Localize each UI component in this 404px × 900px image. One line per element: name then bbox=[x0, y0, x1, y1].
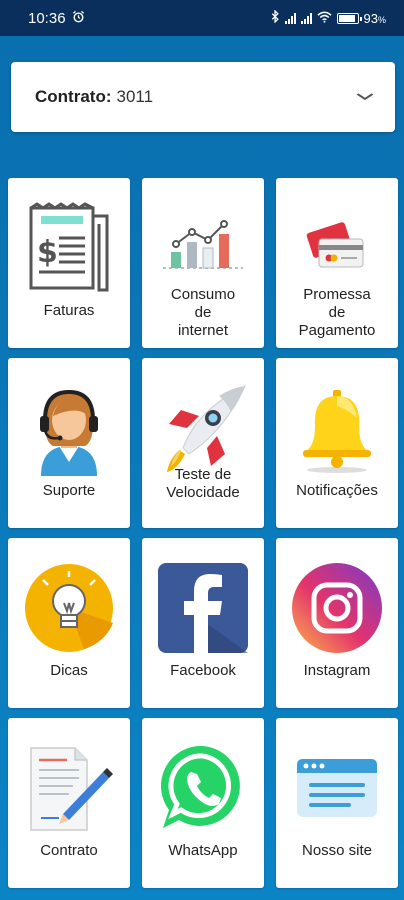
contract-document-icon bbox=[21, 740, 117, 836]
tile-label: Teste de Velocidade bbox=[166, 466, 240, 501]
chevron-down-icon[interactable] bbox=[356, 88, 374, 106]
contract-selector[interactable]: Contrato: 3011 bbox=[11, 62, 395, 132]
signal-icon bbox=[284, 12, 296, 24]
invoice-icon: $ bbox=[21, 200, 117, 296]
whatsapp-icon bbox=[155, 740, 251, 836]
bluetooth-icon bbox=[271, 9, 280, 26]
tile-faturas[interactable]: $ Faturas bbox=[8, 178, 130, 348]
tile-nosso-site[interactable]: Nosso site bbox=[276, 718, 398, 888]
tile-suporte[interactable]: Suporte bbox=[8, 358, 130, 528]
tile-label: Contrato bbox=[40, 842, 98, 859]
tile-label: Consumo de internet bbox=[170, 286, 236, 339]
credit-cards-icon bbox=[289, 200, 385, 296]
status-left: 10:36 bbox=[28, 10, 85, 27]
tile-whatsapp[interactable]: WhatsApp bbox=[142, 718, 264, 888]
tile-label: Nosso site bbox=[301, 842, 373, 859]
rocket-icon bbox=[155, 380, 251, 476]
website-icon bbox=[289, 740, 385, 836]
status-time: 10:36 bbox=[28, 9, 66, 27]
tile-label: Suporte bbox=[42, 482, 96, 499]
tile-label: Instagram bbox=[303, 662, 371, 679]
tile-instagram[interactable]: Instagram bbox=[276, 538, 398, 708]
tile-label: Facebook bbox=[170, 662, 236, 679]
tile-dicas[interactable]: Dicas bbox=[8, 538, 130, 708]
tile-label: Promessa de Pagamento bbox=[298, 286, 376, 339]
alarm-icon bbox=[72, 10, 85, 27]
contract-label: Contrato: bbox=[35, 87, 112, 106]
facebook-icon bbox=[155, 560, 251, 656]
tile-label: Dicas bbox=[50, 662, 88, 679]
tile-notificacoes[interactable]: Notificações bbox=[276, 358, 398, 528]
lightbulb-icon bbox=[21, 560, 117, 656]
battery-icon bbox=[336, 12, 362, 24]
tile-facebook[interactable]: Facebook bbox=[142, 538, 264, 708]
tile-consumo-internet[interactable]: Consumo de internet bbox=[142, 178, 264, 348]
tile-promessa-pagamento[interactable]: Promessa de Pagamento bbox=[276, 178, 398, 348]
support-agent-icon bbox=[21, 380, 117, 476]
menu-grid: $ Faturas Consumo de internet Promessa d… bbox=[8, 178, 398, 888]
tile-teste-velocidade[interactable]: Teste de Velocidade bbox=[142, 358, 264, 528]
tile-label: Notificações bbox=[296, 482, 378, 499]
tile-label: Faturas bbox=[43, 302, 95, 319]
instagram-icon bbox=[289, 560, 385, 656]
svg-text:$: $ bbox=[37, 235, 58, 270]
bell-icon bbox=[289, 380, 385, 476]
contract-text: Contrato: 3011 bbox=[35, 87, 153, 107]
wifi-icon bbox=[316, 11, 332, 26]
signal-4g-icon bbox=[300, 12, 312, 24]
battery-percentage: 93% bbox=[363, 10, 386, 26]
bar-chart-icon bbox=[155, 200, 251, 296]
tile-contrato[interactable]: Contrato bbox=[8, 718, 130, 888]
contract-value: 3011 bbox=[116, 87, 154, 106]
tile-label: WhatsApp bbox=[168, 842, 238, 859]
status-bar: 10:36 93% bbox=[0, 0, 404, 36]
status-right: 93% bbox=[271, 9, 386, 26]
